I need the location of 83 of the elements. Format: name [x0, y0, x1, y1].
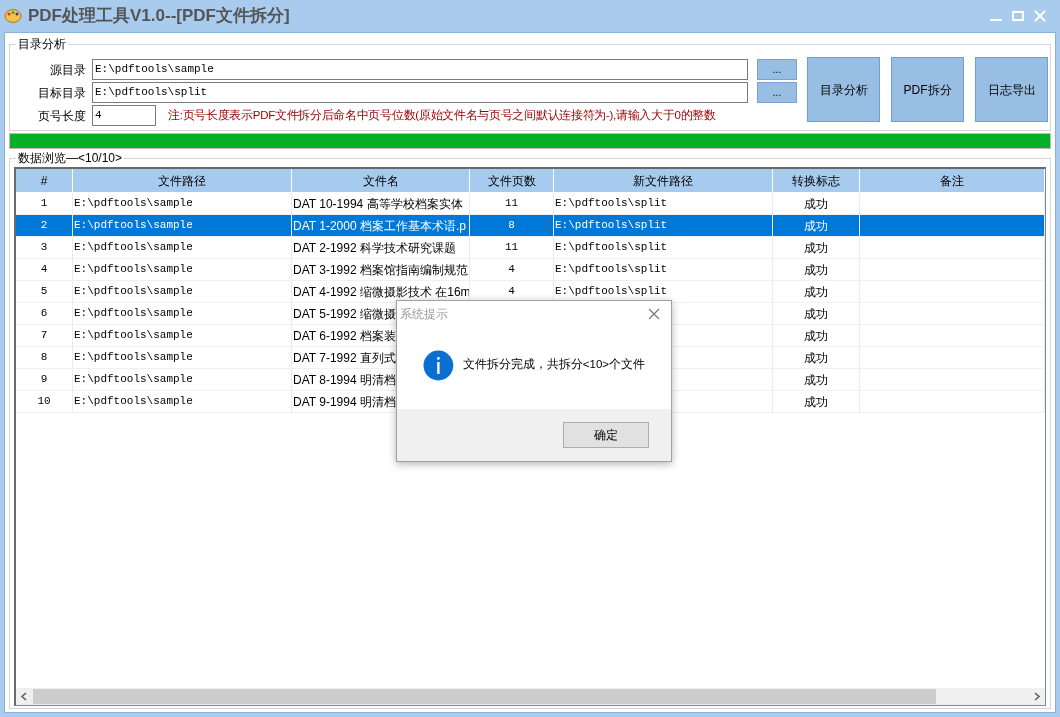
directory-field[interactable]: E:\pdftools\sample — [92, 59, 748, 80]
column-header[interactable]: 转换标志 — [792, 171, 840, 190]
table-cell-text: E:\pdftools\sample — [74, 196, 193, 212]
browse-button[interactable]: ... — [757, 82, 797, 103]
column-header[interactable]: # — [40, 171, 48, 190]
table-cell-text: 4 — [508, 262, 515, 278]
table-row[interactable]: 5 E:\pdftools\sample DAT 4-1992 缩微摄影技术 在16m 4 E:\pdftools\split 成功 — [16, 281, 1045, 303]
table-cell-text: 7 — [40, 328, 48, 344]
table-cell-text: DAT 2-1992 科学技术研究课题 — [293, 239, 456, 257]
column-header[interactable]: 文件名 — [362, 171, 399, 190]
table-cell-text: 8 — [40, 350, 48, 366]
table-cell-text: DAT 8-1994 明清档 — [293, 371, 396, 389]
table-cell-text: E:\pdftools\split — [555, 284, 668, 300]
table-cell-text: E:\pdftools\sample — [74, 306, 193, 322]
table-cell-text: E:\pdftools\sample — [74, 372, 193, 388]
table-cell-text: E:\pdftools\sample — [74, 284, 193, 300]
table-cell-text: E:\pdftools\sample — [74, 240, 193, 256]
table-cell-text: 5 — [40, 284, 48, 300]
table-cell-text: 成功 — [804, 283, 828, 301]
window-title: PDF处理工具V1.0--[PDF文件拆分] — [28, 5, 290, 28]
table-cell-text: 成功 — [804, 305, 828, 323]
table-cell-text: 成功 — [804, 371, 828, 389]
table-cell-text: E:\pdftools\split — [555, 218, 668, 234]
table-cell-text: 成功 — [804, 349, 828, 367]
column-header[interactable]: 文件页数 — [487, 171, 536, 190]
column-header[interactable]: 新文件路径 — [633, 171, 693, 190]
table-cell-text: DAT 6-1992 档案装 — [293, 327, 396, 345]
table-cell-text: 10 — [37, 394, 51, 410]
table-cell-text: 4 — [508, 284, 515, 300]
table-cell-text: 成功 — [804, 327, 828, 345]
close-icon[interactable] — [648, 308, 660, 320]
field-label: 源目录 — [49, 61, 86, 79]
table-cell-text: DAT 5-1992 缩微摄 — [293, 305, 396, 323]
field-label: 目标目录 — [37, 84, 86, 102]
table-cell-text: 成功 — [804, 261, 828, 279]
note-text: 注:页号长度表示PDF文件拆分后命名中页号位数(原始文件名与页号之间默认连接符为-),请输入大于0的整数 — [168, 107, 716, 123]
browse-button[interactable]: ... — [757, 59, 797, 80]
table-cell-text: E:\pdftools\sample — [74, 350, 193, 366]
column-header[interactable]: 备注 — [940, 171, 964, 190]
table-cell-text: 成功 — [804, 195, 828, 213]
info-icon — [423, 349, 454, 381]
table-cell-text: E:\pdftools\split — [555, 240, 668, 256]
directory-field[interactable]: E:\pdftools\split — [92, 82, 748, 103]
table-cell-text: 11 — [504, 196, 519, 212]
group-title: 目录分析 — [17, 36, 67, 53]
table-cell-text: 成功 — [804, 239, 828, 257]
table-row[interactable]: 3 E:\pdftools\sample DAT 2-1992 科学技术研究课题 11 E:\pdftools\split 成功 — [16, 237, 1045, 259]
table-cell-text: 4 — [40, 262, 48, 278]
table-cell-text: E:\pdftools\sample — [74, 394, 193, 410]
column-header[interactable]: 文件路径 — [158, 171, 206, 190]
action-button[interactable]: 日志导出 — [975, 57, 1048, 122]
ok-button[interactable]: 确定 — [563, 422, 649, 448]
table-row[interactable]: 1 E:\pdftools\sample DAT 10-1994 高等学校档案实体 11 E:\pdftools\split 成功 — [16, 193, 1045, 215]
table-cell-text: 1 — [40, 196, 48, 212]
action-button[interactable]: 目录分析 — [807, 57, 880, 122]
horizontal-scrollbar[interactable] — [16, 688, 1045, 705]
table-cell-text: DAT 9-1994 明清档 — [293, 393, 396, 411]
table-cell-text: DAT 1-2000 档案工作基本术语.p — [293, 217, 466, 235]
scrollbar-thumb[interactable] — [33, 689, 936, 704]
table-cell-text: E:\pdftools\split — [555, 262, 668, 278]
table-row[interactable]: 2 E:\pdftools\sample DAT 1-2000 档案工作基本术语.p 8 E:\pdftools\split 成功 — [16, 215, 1045, 237]
table-cell-text: 3 — [40, 240, 48, 256]
table-cell-text: E:\pdftools\sample — [74, 262, 193, 278]
table-cell-text: DAT 10-1994 高等学校档案实体 — [293, 195, 463, 213]
table-cell-text: E:\pdftools\sample — [74, 218, 193, 234]
dialog-title: 系统提示 — [400, 306, 448, 323]
table-cell-text: DAT 7-1992 直列式 — [293, 349, 396, 367]
action-button[interactable]: PDF拆分 — [891, 57, 964, 122]
table-cell-text: 成功 — [804, 217, 828, 235]
maximize-icon[interactable] — [1012, 10, 1024, 22]
table-cell-text: 2 — [40, 218, 48, 234]
table-cell-text: E:\pdftools\split — [555, 196, 668, 212]
table-cell-text: 8 — [508, 218, 515, 234]
table-cell-text: DAT 4-1992 缩微摄影技术 在16m — [293, 283, 469, 301]
group-title: 数据浏览—<10/10> — [17, 150, 124, 167]
table-cell-text: 成功 — [804, 393, 828, 411]
table-cell-text: 11 — [504, 240, 519, 256]
palette-icon — [4, 8, 22, 24]
table-cell-text: E:\pdftools\sample — [74, 328, 193, 344]
field-label: 页号长度 — [37, 107, 86, 125]
page-length-field[interactable]: 4 — [92, 105, 156, 126]
table-cell-text: 6 — [40, 306, 48, 322]
table-cell-text: 9 — [40, 372, 48, 388]
